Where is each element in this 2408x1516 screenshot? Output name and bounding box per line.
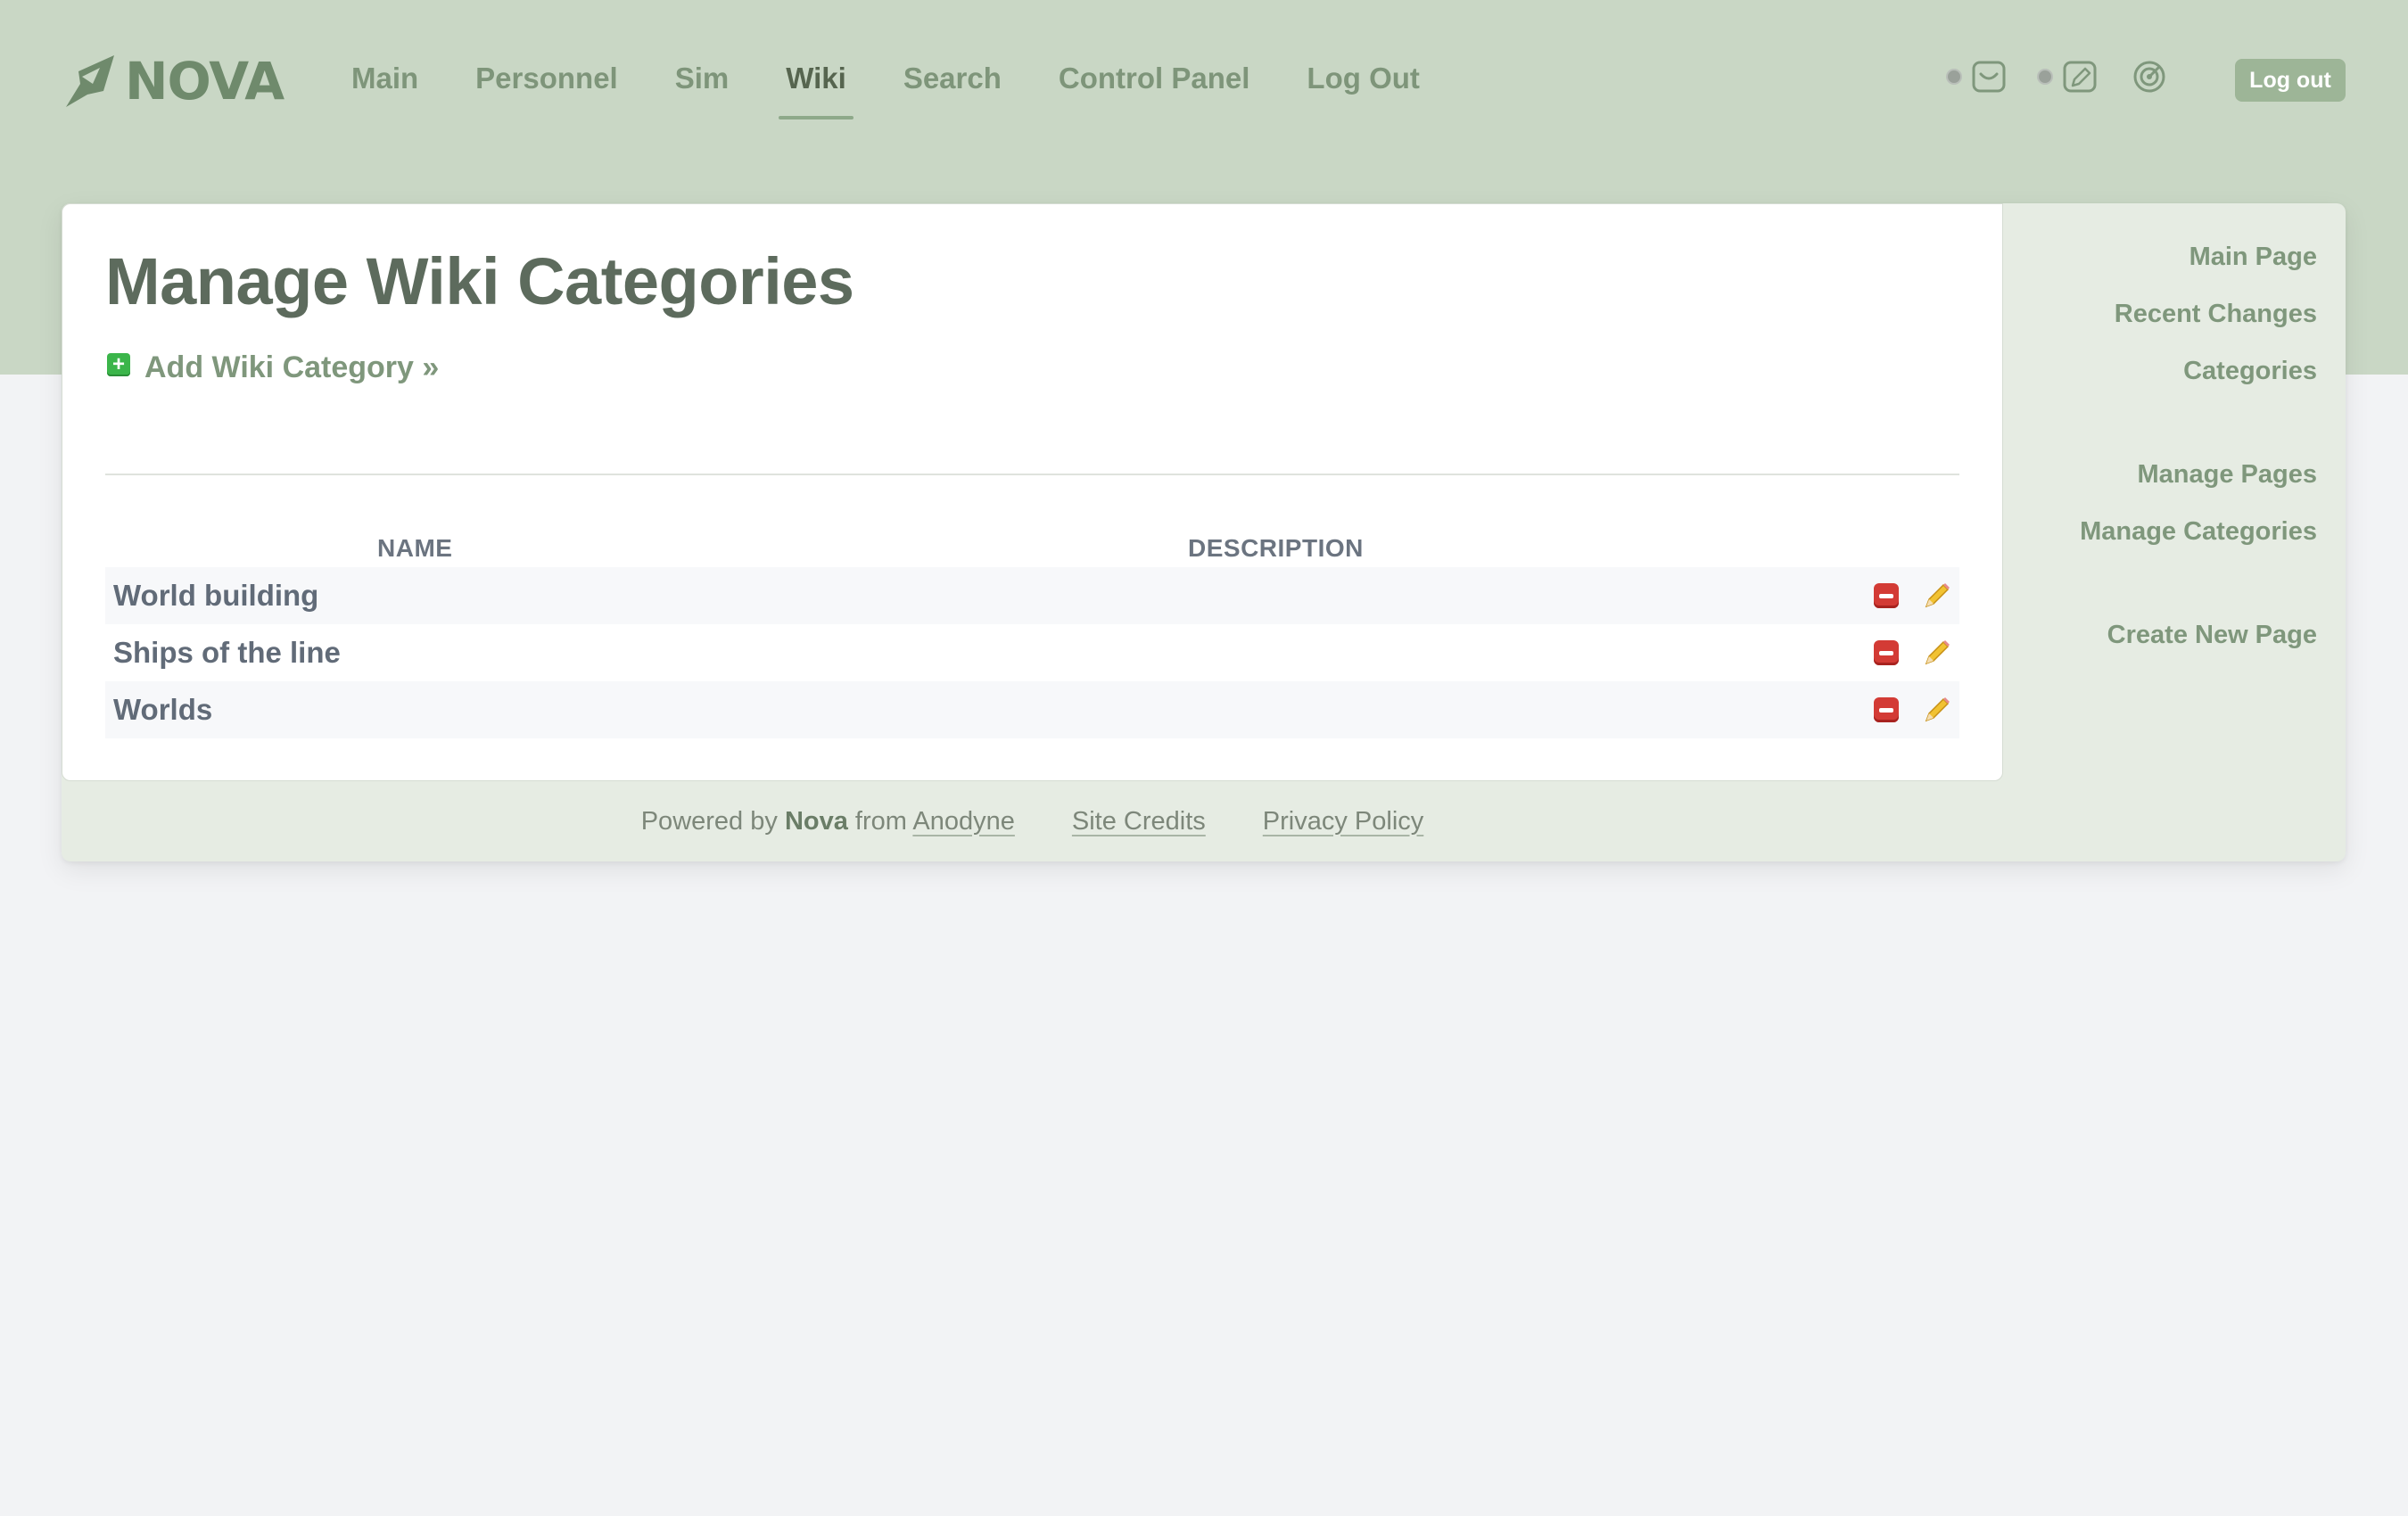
- column-header-description: DESCRIPTION: [1188, 534, 1364, 562]
- anodyne-link[interactable]: Anodyne: [912, 807, 1015, 836]
- table-row: Ships of the line: [105, 624, 1959, 681]
- page-title: Manage Wiki Categories: [105, 244, 854, 318]
- radar-icon[interactable]: [2132, 59, 2167, 95]
- sidebar-link-manage-categories[interactable]: Manage Categories: [2080, 517, 2317, 547]
- write-status-dot: [2037, 69, 2053, 85]
- nav-wiki[interactable]: Wiki: [757, 55, 875, 119]
- write-icon[interactable]: [2062, 59, 2098, 95]
- top-navigation-bar: NOVA Main Personnel Sim Wiki Search Cont…: [0, 0, 2408, 161]
- nav-control-panel[interactable]: Control Panel: [1030, 55, 1279, 119]
- delete-icon[interactable]: [1874, 583, 1899, 608]
- edit-pencil-icon[interactable]: [1922, 581, 1952, 611]
- main-nav: Main Personnel Sim Wiki Search Control P…: [323, 55, 1448, 119]
- table-row: Worlds: [105, 681, 1959, 738]
- column-header-name: NAME: [377, 534, 453, 562]
- powered-by-from: from: [854, 806, 907, 836]
- main-panel: Manage Wiki Categories + Add Wiki Catego…: [62, 203, 2003, 781]
- edit-pencil-icon[interactable]: [1922, 638, 1952, 668]
- row-actions: [1874, 681, 1959, 738]
- sidebar-link-create-new-page[interactable]: Create New Page: [2107, 621, 2317, 650]
- row-actions: [1874, 624, 1959, 681]
- sidebar-link-recent-changes[interactable]: Recent Changes: [2115, 300, 2317, 329]
- user-status-area: [1946, 59, 2167, 95]
- add-icon: +: [107, 352, 130, 376]
- nav-main[interactable]: Main: [323, 55, 447, 119]
- nova-logo[interactable]: NOVA: [61, 50, 285, 112]
- delete-icon[interactable]: [1874, 697, 1899, 722]
- nav-log-out[interactable]: Log Out: [1278, 55, 1447, 119]
- sidebar-link-categories[interactable]: Categories: [2183, 357, 2317, 386]
- site-credits-link[interactable]: Site Credits: [1072, 807, 1206, 836]
- footer: Powered by Nova from Anodyne Site Credit…: [62, 781, 2003, 861]
- delete-icon[interactable]: [1874, 640, 1899, 665]
- add-wiki-category-link[interactable]: + Add Wiki Category »: [107, 350, 439, 385]
- powered-by-prefix: Powered by: [640, 806, 778, 836]
- sidebar-link-main-page[interactable]: Main Page: [2189, 243, 2317, 272]
- table-row: World building: [105, 567, 1959, 624]
- row-actions: [1874, 567, 1959, 624]
- content-card: Manage Wiki Categories + Add Wiki Catego…: [62, 203, 2346, 861]
- powered-by-brand: Nova: [784, 806, 848, 836]
- add-wiki-category-label: Add Wiki Category »: [144, 350, 440, 384]
- sidebar-link-manage-pages[interactable]: Manage Pages: [2138, 460, 2317, 490]
- divider: [105, 474, 1959, 475]
- wiki-sidebar: Main Page Recent Changes Categories Mana…: [2003, 203, 2346, 781]
- inbox-icon[interactable]: [1971, 59, 2007, 95]
- category-name: World building: [113, 579, 319, 612]
- privacy-policy-link[interactable]: Privacy Policy: [1263, 807, 1424, 836]
- inbox-status-dot: [1946, 69, 1962, 85]
- category-name: Ships of the line: [113, 636, 341, 669]
- logout-button[interactable]: Log out: [2235, 59, 2346, 102]
- nav-sim[interactable]: Sim: [647, 55, 758, 119]
- nav-personnel[interactable]: Personnel: [447, 55, 647, 119]
- powered-by-text: Powered by Nova from Anodyne: [641, 807, 1015, 836]
- category-name: Worlds: [113, 693, 213, 726]
- nova-logo-icon: [66, 55, 114, 107]
- nav-search[interactable]: Search: [875, 55, 1030, 119]
- brand-name: NOVA: [125, 51, 285, 111]
- edit-pencil-icon[interactable]: [1922, 695, 1952, 725]
